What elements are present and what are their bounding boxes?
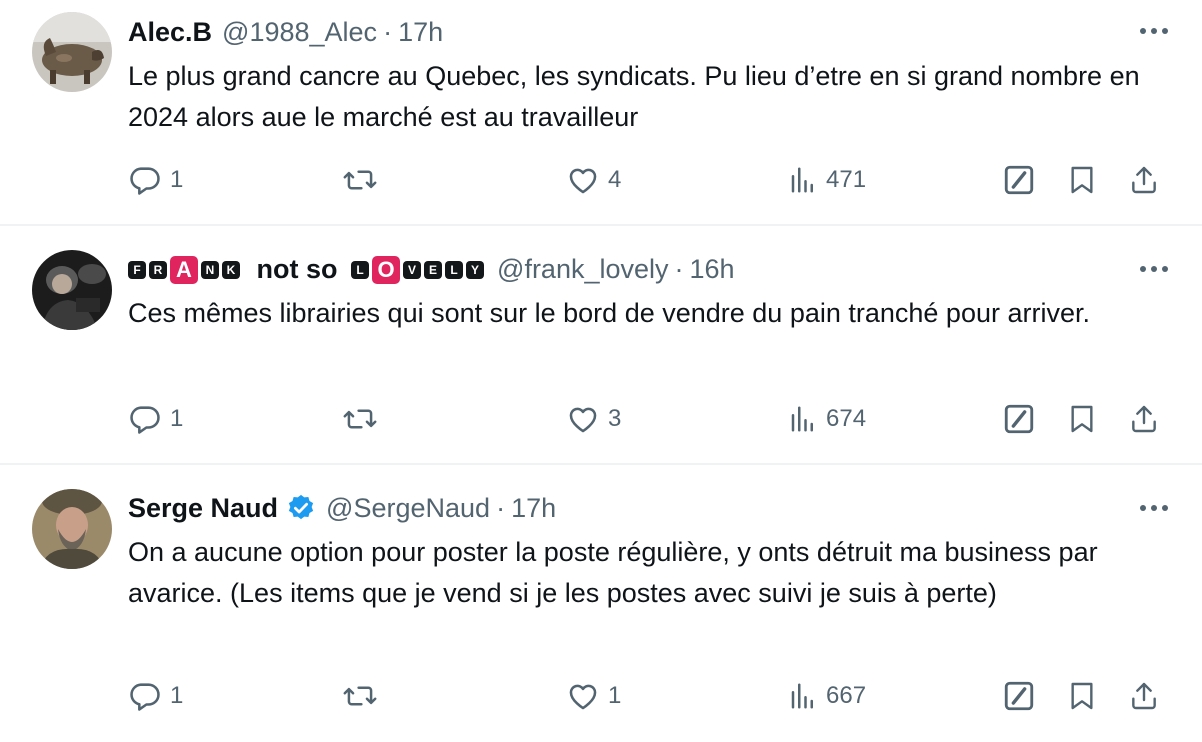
tweet-text: On a aucune option pour poster la poste … [128,537,1098,608]
views-count: 667 [826,682,867,709]
reply-button[interactable]: 1 [128,399,183,439]
verified-badge-icon [286,493,316,523]
tweet-actions: 1 1 667 [128,676,1172,716]
avatar[interactable] [32,489,112,569]
separator-dot: · [383,16,393,47]
tweet-actions: 1 3 674 [128,399,1172,439]
user-handle[interactable]: @SergeNaud [326,493,490,524]
tweet-actions: 1 4 471 [128,160,1172,200]
reply-count: 1 [170,682,184,709]
name-text: not so [256,253,338,284]
name-letter: A [170,256,198,285]
share-button[interactable] [1128,399,1160,439]
name-letter: F [128,261,146,280]
views-icon [788,404,818,434]
bookmark-button[interactable] [1066,676,1098,716]
grok-icon [1002,402,1036,436]
views-icon [788,165,818,195]
avatar[interactable] [32,12,112,92]
reply-button[interactable]: 1 [128,676,183,716]
reply-icon [128,402,162,436]
user-handle[interactable]: @1988_Alec [222,17,377,48]
grok-button[interactable] [1002,676,1036,716]
like-count: 4 [608,166,622,193]
tweet[interactable]: Serge Naud @SergeNaud · 17h On a aucune … [0,465,1202,742]
reply-count: 1 [170,166,184,193]
share-icon [1128,402,1160,436]
views-button[interactable]: 471 [788,160,866,200]
tweet[interactable]: FRANK not so LOVELY @frank_lovely · 16h … [0,226,1202,465]
views-button[interactable]: 674 [788,399,866,439]
bookmark-button[interactable] [1066,399,1098,439]
separator-dot: · [674,253,684,284]
like-button[interactable]: 1 [566,676,621,716]
views-count: 471 [826,166,867,193]
name-letter: Y [466,261,485,280]
like-count: 1 [608,682,622,709]
reply-icon [128,679,162,713]
name-letter: O [372,256,401,285]
separator-dot: · [496,492,506,523]
display-name[interactable]: Alec.B [128,17,212,48]
more-icon[interactable] [1134,16,1174,46]
retweet-button[interactable] [342,676,386,716]
retweet-icon [342,163,378,197]
timestamp[interactable]: 17h [511,493,556,524]
more-icon[interactable] [1134,254,1174,284]
bookmark-icon [1066,163,1098,197]
retweet-icon [342,679,378,713]
bookmark-icon [1066,679,1098,713]
views-button[interactable]: 667 [788,676,866,716]
like-button[interactable]: 3 [566,399,621,439]
display-name[interactable]: Serge Naud [128,493,278,524]
like-count: 3 [608,405,622,432]
user-handle[interactable]: @frank_lovely [497,254,668,285]
share-icon [1128,679,1160,713]
grok-button[interactable] [1002,399,1036,439]
like-icon [566,679,600,713]
like-button[interactable]: 4 [566,160,621,200]
bookmark-button[interactable] [1066,160,1098,200]
share-icon [1128,163,1160,197]
like-icon [566,402,600,436]
bookmark-icon [1066,402,1098,436]
name-letter: E [424,261,443,280]
reply-icon [128,163,162,197]
tweet-text: Le plus grand cancre au Quebec, les synd… [128,61,1140,132]
name-letter: V [403,261,422,280]
share-button[interactable] [1128,160,1160,200]
grok-icon [1002,163,1036,197]
avatar[interactable] [32,250,112,330]
tweet-header: Alec.B @1988_Alec · 17h [128,14,443,50]
like-icon [566,163,600,197]
views-count: 674 [826,405,867,432]
tweet-header: FRANK not so LOVELY @frank_lovely · 16h [128,251,735,287]
views-icon [788,681,818,711]
retweet-button[interactable] [342,160,386,200]
name-letter: N [201,261,219,280]
name-letter: L [351,261,370,280]
more-icon[interactable] [1134,493,1174,523]
tweet-text: Ces mêmes librairies qui sont sur le bor… [128,298,1090,328]
name-letter: R [149,261,167,280]
display-name[interactable]: FRANK not so LOVELY [128,254,487,285]
tweet[interactable]: Alec.B @1988_Alec · 17h Le plus grand ca… [0,0,1202,226]
grok-icon [1002,679,1036,713]
reply-button[interactable]: 1 [128,160,183,200]
retweet-icon [342,402,378,436]
retweet-button[interactable] [342,399,386,439]
reply-count: 1 [170,405,184,432]
timestamp[interactable]: 16h [690,254,735,285]
name-letter: L [445,261,464,280]
tweet-header: Serge Naud @SergeNaud · 17h [128,490,556,526]
name-letter: K [222,261,240,280]
timestamp[interactable]: 17h [398,17,443,48]
share-button[interactable] [1128,676,1160,716]
grok-button[interactable] [1002,160,1036,200]
